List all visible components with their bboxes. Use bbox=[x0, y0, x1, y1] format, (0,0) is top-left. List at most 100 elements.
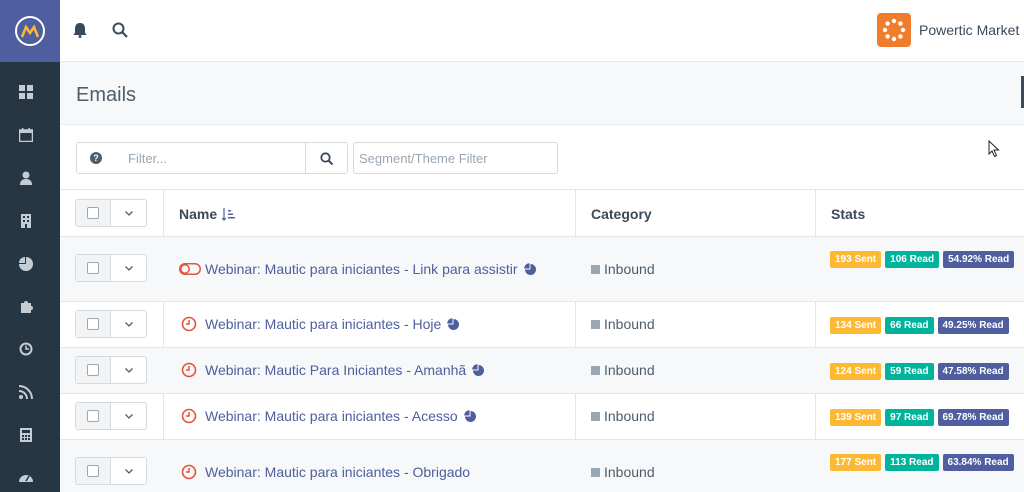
email-name: Webinar: Mautic para iniciantes - Acesso bbox=[205, 408, 458, 424]
category-text: Inbound bbox=[604, 362, 655, 378]
table-row: Webinar: Mautic para iniciantes - Link p… bbox=[60, 236, 1024, 301]
brand-logo[interactable] bbox=[877, 13, 911, 47]
stats-badges: 193 Sent 106 Read 54.92% Read bbox=[830, 251, 1020, 268]
companies-icon[interactable] bbox=[18, 213, 34, 229]
toggle-off-icon[interactable] bbox=[179, 263, 201, 275]
components-icon[interactable] bbox=[18, 298, 34, 314]
stats-badges: 124 Sent 59 Read 47.58% Read bbox=[830, 363, 1024, 380]
stats-badges: 139 Sent 97 Read 69.78% Read bbox=[830, 409, 1024, 426]
pie-chart-icon[interactable] bbox=[523, 262, 537, 276]
clock-icon bbox=[181, 362, 197, 378]
pie-chart-icon[interactable] bbox=[447, 317, 460, 331]
chevron-down-icon[interactable] bbox=[111, 255, 146, 281]
row-checkbox-group[interactable] bbox=[75, 254, 147, 282]
chevron-down-icon[interactable] bbox=[111, 357, 146, 383]
calendar-icon[interactable] bbox=[18, 127, 34, 143]
row-checkbox-group[interactable] bbox=[75, 457, 147, 485]
checkbox-box bbox=[87, 364, 99, 376]
row-checkbox[interactable] bbox=[76, 403, 111, 429]
email-name: Webinar: Mautic para iniciantes - Hoje bbox=[205, 316, 442, 332]
chevron-down-icon[interactable] bbox=[111, 458, 146, 484]
sidebar bbox=[0, 0, 60, 492]
search-icon[interactable] bbox=[112, 22, 130, 40]
bell-icon[interactable] bbox=[72, 22, 90, 40]
category-column-header[interactable]: Category bbox=[591, 206, 652, 222]
table-row: Webinar: Mautic para iniciantes - Obriga… bbox=[60, 439, 1024, 492]
checkbox-box bbox=[87, 410, 99, 422]
table-row: Webinar: Mautic para iniciantes - Hoje I… bbox=[60, 301, 1024, 347]
email-link[interactable]: Webinar: Mautic para iniciantes - Obriga… bbox=[181, 464, 470, 480]
table-row: Webinar: Mautic Para Iniciantes - Amanhã… bbox=[60, 347, 1024, 393]
checkbox-box bbox=[87, 207, 99, 219]
chevron-down-icon[interactable] bbox=[111, 403, 146, 429]
category-label: Inbound bbox=[591, 316, 655, 332]
page-header: Emails bbox=[60, 62, 1024, 125]
select-all-checkbox[interactable] bbox=[76, 200, 111, 226]
sort-icon bbox=[222, 207, 236, 221]
channels-icon[interactable] bbox=[18, 384, 34, 400]
dashboard-icon[interactable] bbox=[18, 84, 34, 100]
table-row: Webinar: Mautic para iniciantes - Acesso… bbox=[60, 393, 1024, 439]
mouse-cursor-icon bbox=[988, 139, 1000, 163]
email-name: Webinar: Mautic para iniciantes - Link p… bbox=[205, 261, 518, 277]
category-label: Inbound bbox=[591, 408, 655, 424]
read-percent-badge: 63.84% Read bbox=[942, 454, 1014, 471]
row-checkbox-group[interactable] bbox=[75, 356, 147, 384]
row-checkbox[interactable] bbox=[76, 458, 111, 484]
checkbox-box bbox=[87, 262, 99, 274]
read-badge: 59 Read bbox=[885, 363, 934, 380]
pie-chart-icon[interactable] bbox=[472, 363, 485, 377]
chevron-down-icon[interactable] bbox=[111, 200, 146, 226]
stats-badges: 134 Sent 66 Read 49.25% Read bbox=[830, 317, 1024, 334]
name-header-label: Name bbox=[179, 206, 218, 222]
clock-icon bbox=[181, 408, 197, 424]
read-percent-badge: 69.78% Read bbox=[937, 409, 1009, 426]
filter-search-button[interactable] bbox=[305, 142, 348, 174]
mautic-logo[interactable] bbox=[0, 0, 60, 62]
row-checkbox[interactable] bbox=[76, 357, 111, 383]
account-name[interactable]: Powertic Market bbox=[919, 22, 1019, 38]
sent-badge: 139 Sent bbox=[830, 409, 882, 426]
email-link[interactable]: Webinar: Mautic para iniciantes - Link p… bbox=[179, 261, 537, 277]
segment-theme-filter[interactable] bbox=[353, 142, 558, 174]
points-icon[interactable] bbox=[18, 470, 34, 486]
read-badge: 113 Read bbox=[885, 454, 939, 471]
category-label: Inbound bbox=[591, 261, 655, 277]
clock-icon bbox=[181, 316, 197, 332]
category-label: Inbound bbox=[591, 362, 655, 378]
row-checkbox-group[interactable] bbox=[75, 402, 147, 430]
contacts-icon[interactable] bbox=[18, 170, 34, 186]
category-color-swatch bbox=[591, 467, 600, 477]
email-link[interactable]: Webinar: Mautic para iniciantes - Acesso bbox=[181, 408, 477, 424]
filter-bar: ? bbox=[60, 125, 1024, 189]
read-badge: 66 Read bbox=[885, 317, 934, 334]
stats-badges: 177 Sent 113 Read 63.84% Read bbox=[830, 454, 1020, 471]
row-checkbox[interactable] bbox=[76, 255, 111, 281]
name-column-header[interactable]: Name bbox=[179, 206, 236, 222]
category-color-swatch bbox=[591, 319, 600, 329]
table-header-row: Name Category Stats bbox=[60, 189, 1024, 236]
segments-icon[interactable] bbox=[18, 256, 34, 272]
email-name: Webinar: Mautic para iniciantes - Obriga… bbox=[205, 464, 471, 480]
search-icon bbox=[320, 151, 333, 165]
row-checkbox-group[interactable] bbox=[75, 310, 147, 338]
top-navbar: Powertic Market bbox=[60, 0, 1024, 62]
filter-help-button[interactable]: ? bbox=[76, 142, 116, 174]
campaigns-icon[interactable] bbox=[18, 341, 34, 357]
row-checkbox[interactable] bbox=[76, 311, 111, 337]
checkbox-box bbox=[87, 465, 99, 477]
email-link[interactable]: Webinar: Mautic Para Iniciantes - Amanhã bbox=[181, 362, 485, 378]
filter-input[interactable] bbox=[115, 142, 306, 174]
chevron-down-icon[interactable] bbox=[111, 311, 146, 337]
category-text: Inbound bbox=[604, 316, 655, 332]
select-all-checkbox-group[interactable] bbox=[75, 199, 147, 227]
read-percent-badge: 54.92% Read bbox=[943, 251, 1015, 268]
category-text: Inbound bbox=[604, 408, 655, 424]
clock-icon bbox=[181, 464, 197, 480]
reports-icon[interactable] bbox=[18, 427, 34, 443]
read-percent-badge: 49.25% Read bbox=[937, 317, 1009, 334]
email-link[interactable]: Webinar: Mautic para iniciantes - Hoje bbox=[181, 316, 460, 332]
sent-badge: 124 Sent bbox=[830, 363, 882, 380]
pie-chart-icon[interactable] bbox=[463, 409, 477, 423]
sent-badge: 177 Sent bbox=[830, 454, 882, 471]
